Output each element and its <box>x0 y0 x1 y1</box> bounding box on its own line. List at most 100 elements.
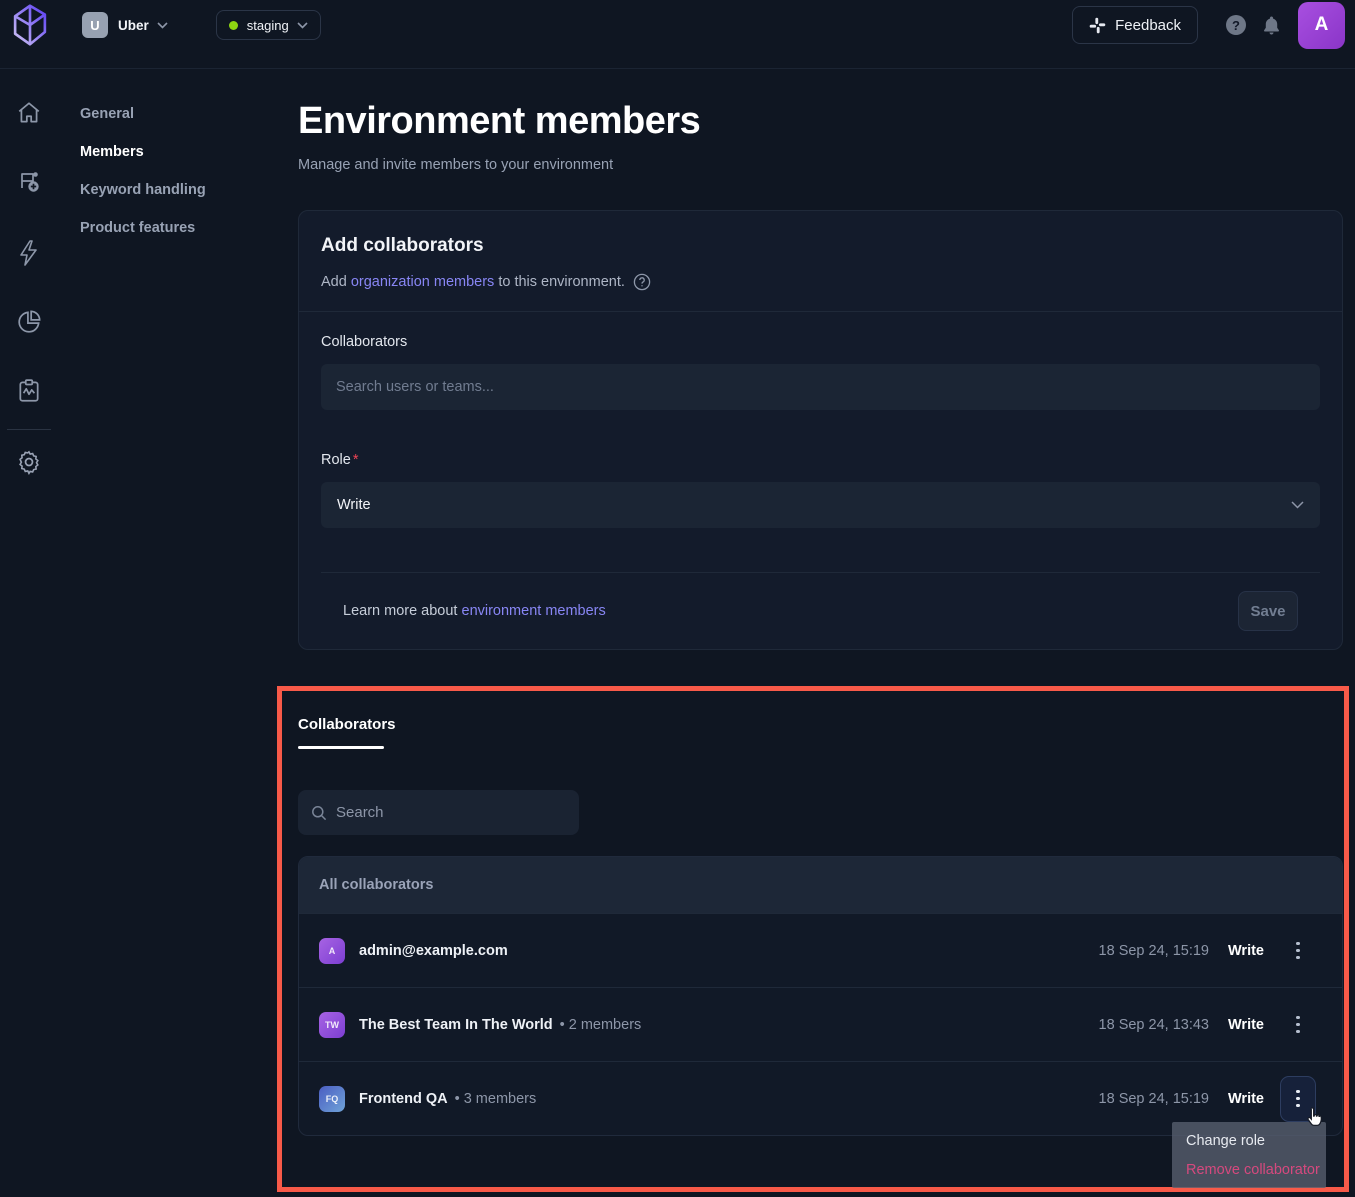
pie-chart-icon[interactable] <box>0 309 58 335</box>
role-value: Write <box>1228 1091 1264 1107</box>
nav-item-general[interactable]: General <box>80 95 250 133</box>
row-meta: 18 Sep 24, 15:19 Write <box>1099 928 1316 974</box>
collaborators-search[interactable] <box>298 790 579 835</box>
save-button[interactable]: Save <box>1238 591 1298 631</box>
nav-item-keyword-handling[interactable]: Keyword handling <box>80 171 250 209</box>
kebab-menu-icon <box>1296 1014 1300 1035</box>
role-field-label: Role* <box>321 452 1320 468</box>
flag-add-icon[interactable] <box>0 168 58 196</box>
avatar-initials: TW <box>325 1020 339 1030</box>
gear-icon[interactable] <box>0 449 58 475</box>
nav-item-label: Product features <box>80 220 195 236</box>
user-avatar-initial: A <box>1315 14 1329 36</box>
row-actions-button[interactable] <box>1280 928 1316 974</box>
nav-item-product-features[interactable]: Product features <box>80 209 250 247</box>
member-count: • 3 members <box>455 1091 537 1107</box>
help-tooltip-icon[interactable] <box>633 273 651 291</box>
user-avatar[interactable]: A <box>1298 2 1345 49</box>
row-meta: 18 Sep 24, 15:19 Write <box>1099 1076 1316 1122</box>
collaborators-field-label: Collaborators <box>321 334 1320 350</box>
page-subtitle: Manage and invite members to your enviro… <box>298 157 1343 173</box>
table-header-row: All collaborators <box>299 857 1342 913</box>
environment-members-link[interactable]: environment members <box>462 603 606 619</box>
topbar-actions: Feedback ? A <box>1072 2 1355 49</box>
search-input[interactable] <box>336 804 556 821</box>
tab-collaborators[interactable]: Collaborators <box>298 716 396 749</box>
notifications-bell-icon[interactable] <box>1263 16 1280 35</box>
collaborators-section: Collaborators All collaborators A admin@… <box>298 686 1343 1136</box>
avatar: A <box>319 938 345 964</box>
page-title: Environment members <box>298 100 1343 143</box>
environment-switcher[interactable]: staging <box>216 10 321 40</box>
app-root: U Uber staging <box>0 0 1355 1197</box>
add-collaborators-card: Add collaborators Add organization membe… <box>298 210 1343 650</box>
member-count: • 2 members <box>560 1017 642 1033</box>
nav-item-label: Keyword handling <box>80 182 206 198</box>
settings-nav: General Members Keyword handling Product… <box>80 95 250 247</box>
avatar-initials: FQ <box>326 1094 339 1104</box>
lightning-icon[interactable] <box>0 239 58 267</box>
menu-item-change-role[interactable]: Change role <box>1172 1126 1326 1155</box>
chevron-down-icon <box>1291 501 1304 509</box>
role-value: Write <box>1228 1017 1264 1033</box>
home-icon[interactable] <box>0 100 58 126</box>
card-title: Add collaborators <box>321 235 1320 257</box>
tab-active-underline <box>298 746 384 749</box>
table-row[interactable]: A admin@example.com 18 Sep 24, 15:19 Wri… <box>299 913 1342 987</box>
table-header-label: All collaborators <box>319 877 433 893</box>
desc-suffix: to this environment. <box>494 274 625 290</box>
role-value: Write <box>1228 943 1264 959</box>
footer-prefix: Learn more about <box>343 603 462 619</box>
help-button[interactable]: ? <box>1226 15 1246 35</box>
row-actions-context-menu: Change role Remove collaborator <box>1172 1122 1326 1188</box>
search-icon <box>311 805 327 821</box>
avatar-initials: A <box>329 946 336 956</box>
menu-item-remove-collaborator[interactable]: Remove collaborator <box>1172 1155 1326 1184</box>
card-header: Add collaborators Add organization membe… <box>299 211 1342 312</box>
env-status-dot-icon <box>229 21 238 30</box>
organization-members-link[interactable]: organization members <box>351 274 494 290</box>
chevron-down-icon <box>297 22 308 29</box>
role-select-value: Write <box>337 497 371 513</box>
chevron-down-icon <box>157 22 168 29</box>
card-body: Collaborators Role* Write Learn <box>299 312 1342 649</box>
report-icon[interactable] <box>0 378 58 404</box>
collaborator-name: admin@example.com <box>359 943 508 959</box>
collaborators-search-input[interactable] <box>321 364 1320 410</box>
feedback-label: Feedback <box>1115 17 1181 34</box>
added-date: 18 Sep 24, 15:19 <box>1099 943 1209 959</box>
row-actions-button[interactable] <box>1280 1002 1316 1048</box>
main-content: Environment members Manage and invite me… <box>298 68 1343 650</box>
feedback-button[interactable]: Feedback <box>1072 6 1198 44</box>
collaborators-table: All collaborators A admin@example.com 18… <box>298 856 1343 1136</box>
added-date: 18 Sep 24, 15:19 <box>1099 1091 1209 1107</box>
slack-icon <box>1089 17 1106 34</box>
desc-prefix: Add <box>321 274 351 290</box>
role-select[interactable]: Write <box>321 482 1320 528</box>
org-name: Uber <box>118 18 149 33</box>
footer-text: Learn more about environment members <box>343 603 606 619</box>
collaborator-name: The Best Team In The World <box>359 1017 553 1033</box>
org-badge: U <box>82 12 108 38</box>
kebab-menu-icon <box>1296 940 1300 961</box>
tab-label: Collaborators <box>298 716 396 733</box>
nav-item-members[interactable]: Members <box>80 133 250 171</box>
row-meta: 18 Sep 24, 13:43 Write <box>1099 1002 1316 1048</box>
required-asterisk: * <box>353 452 359 468</box>
avatar: FQ <box>319 1086 345 1112</box>
row-actions-button-open[interactable] <box>1280 1076 1316 1122</box>
env-name: staging <box>247 18 289 33</box>
nav-item-label: General <box>80 106 134 122</box>
card-description: Add organization members to this environ… <box>321 273 1320 291</box>
question-mark-glyph: ? <box>1232 18 1240 33</box>
role-label-text: Role <box>321 452 351 468</box>
kebab-menu-icon <box>1296 1088 1300 1109</box>
avatar: TW <box>319 1012 345 1038</box>
added-date: 18 Sep 24, 13:43 <box>1099 1017 1209 1033</box>
org-switcher[interactable]: U Uber <box>82 12 168 38</box>
nav-item-label: Members <box>80 144 144 160</box>
role-field: Role* Write <box>321 452 1320 528</box>
table-row[interactable]: TW The Best Team In The World • 2 member… <box>299 987 1342 1061</box>
top-bar: U Uber staging <box>0 0 1355 50</box>
app-logo-icon[interactable] <box>8 1 52 49</box>
